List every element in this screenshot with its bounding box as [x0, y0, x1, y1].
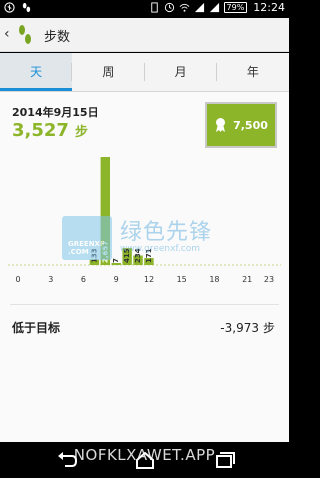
divider	[10, 304, 279, 305]
bar-value-label: 7	[112, 258, 120, 263]
award-ribbon-icon	[216, 118, 226, 132]
status-indicators: 79% 12:24	[149, 1, 285, 14]
below-goal-unit: 步	[262, 321, 275, 335]
footprints-icon	[22, 2, 31, 13]
x-tick-label: 3	[48, 275, 53, 284]
chevron-left-icon[interactable]: ‹	[4, 26, 10, 42]
bar-value-label: 415	[123, 248, 131, 263]
tab-label: 月	[174, 65, 187, 79]
tab-label: 周	[102, 65, 115, 79]
goal-value: 7,500	[233, 118, 268, 132]
x-tick-label: 15	[177, 275, 187, 284]
tab-week[interactable]: 周	[72, 53, 145, 91]
status-notifications	[4, 2, 32, 13]
bar-value-label: 171	[145, 248, 153, 263]
below-goal-number: -3,973	[220, 321, 259, 335]
clock: 12:24	[253, 1, 285, 14]
tab-year[interactable]: 年	[217, 53, 289, 91]
tool-icon	[4, 2, 15, 13]
steps-value: 3,527	[12, 120, 69, 141]
steps-summary: 3,527 步	[12, 120, 88, 141]
below-goal-label: 低于目标	[12, 321, 61, 335]
x-tick-label: 18	[209, 275, 219, 284]
x-tick-label: 21	[242, 275, 252, 284]
tab-month[interactable]: 月	[145, 53, 217, 91]
signal-icon	[194, 2, 204, 13]
footprints-icon[interactable]	[17, 24, 33, 46]
tab-label: 年	[246, 65, 259, 79]
period-tabs: 天 周 月 年	[0, 53, 289, 92]
page-title: 步数	[44, 30, 71, 45]
bar-value-label: 234	[134, 248, 142, 263]
battery-indicator: 79%	[223, 2, 248, 13]
goal-card[interactable]: 7,500	[205, 102, 277, 148]
main-content: 2014年9月15日 3,527 步 7,500 133 2,657 7 415 234 1…	[0, 92, 289, 442]
alarm-icon	[164, 2, 174, 13]
hourly-steps-chart: 133 2,657 7 415 234 171 0 3 6 9 12 15 18 21 23	[8, 157, 281, 284]
status-bar: 79% 12:24	[0, 0, 289, 18]
x-tick-label: 0	[15, 275, 20, 284]
overlay-watermark: NOFKLXAWET.APP	[73, 446, 216, 464]
x-tick-label: 23	[264, 275, 274, 284]
tab-label: 天	[30, 65, 43, 79]
steps-unit: 步	[74, 125, 88, 140]
wifi-icon	[179, 3, 189, 12]
bar-value-label: 133	[90, 248, 98, 263]
signal-icon-2	[209, 2, 219, 13]
x-tick-label: 9	[114, 275, 119, 284]
tab-day[interactable]: 天	[0, 53, 73, 91]
bar-value-label: 2,657	[101, 241, 109, 263]
vibrate-icon	[150, 2, 158, 13]
date-label: 2014年9月15日	[12, 106, 99, 119]
app-bar: ‹ 步数	[0, 18, 289, 52]
x-tick-label: 12	[144, 275, 154, 284]
x-tick-label: 6	[81, 275, 86, 284]
below-goal-value: -3,973 步	[220, 319, 275, 336]
